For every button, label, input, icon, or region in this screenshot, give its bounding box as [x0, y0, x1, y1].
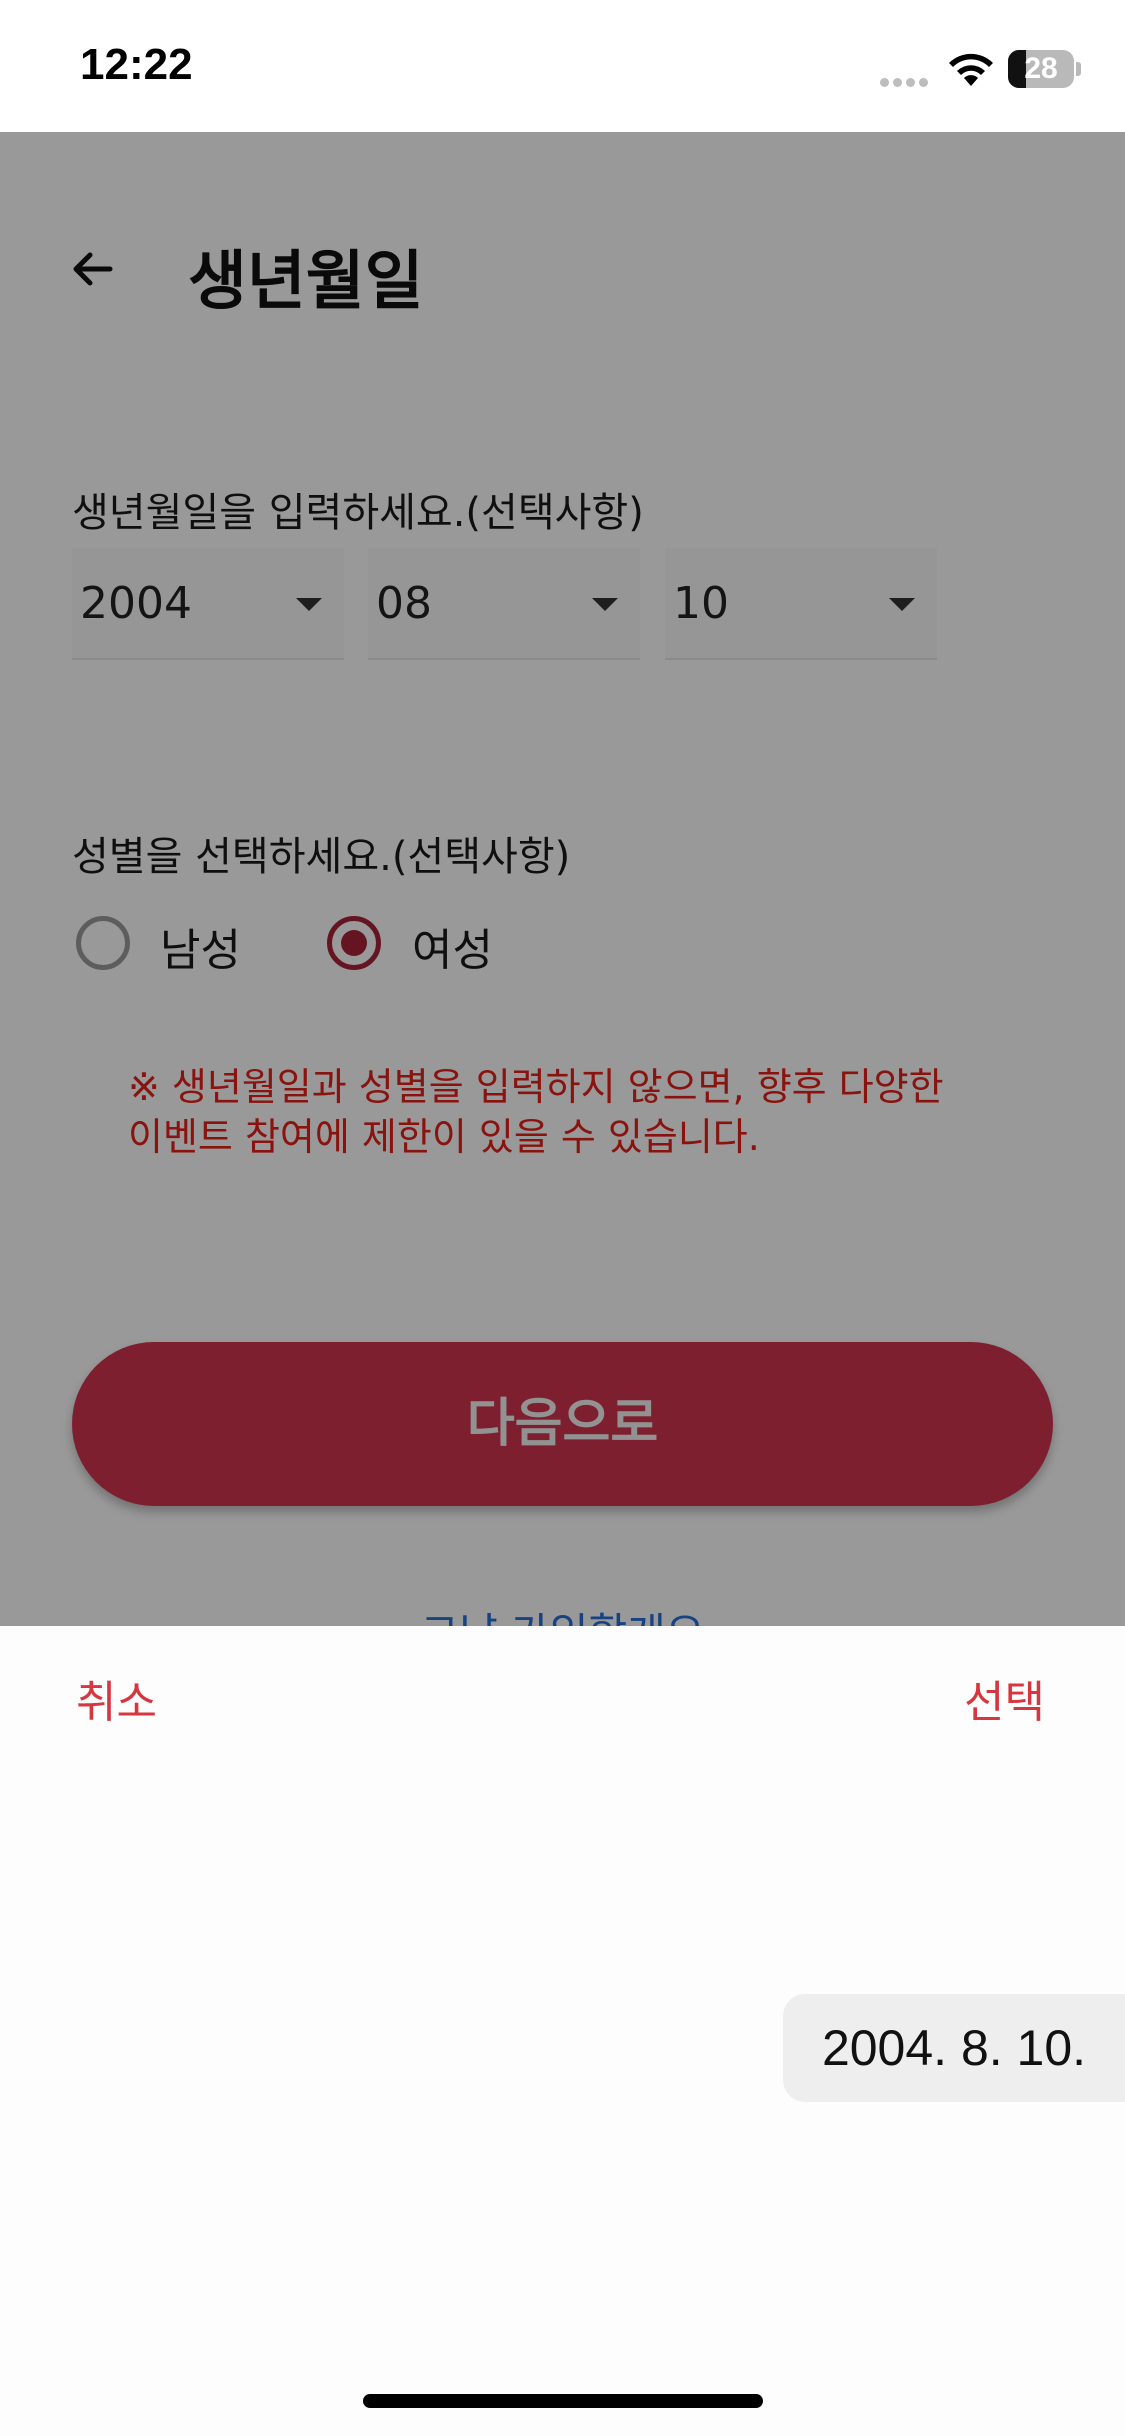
- status-bar: 12:22 28: [0, 0, 1125, 132]
- battery-level: 28: [1024, 52, 1058, 85]
- cancel-button[interactable]: 취소: [76, 1666, 157, 1730]
- date-picker-field[interactable]: 2004. 8. 10.: [783, 1994, 1125, 2102]
- select-button[interactable]: 선택: [964, 1666, 1045, 1730]
- date-picker-sheet: 취소 선택 2004. 8. 10.: [0, 1626, 1125, 2436]
- status-time: 12:22: [80, 40, 193, 89]
- selected-date: 2004. 8. 10.: [821, 2020, 1087, 2076]
- home-indicator[interactable]: [363, 2394, 763, 2408]
- screen: 12:22 28 생년월일 생년월일을 입력하세요.(선택사항) 2004 08…: [0, 0, 1125, 2436]
- battery-icon: 28: [1008, 50, 1081, 88]
- wifi-icon: [949, 53, 993, 86]
- cellular-signal-icon: [880, 72, 932, 87]
- modal-dim-overlay[interactable]: [0, 132, 1125, 1626]
